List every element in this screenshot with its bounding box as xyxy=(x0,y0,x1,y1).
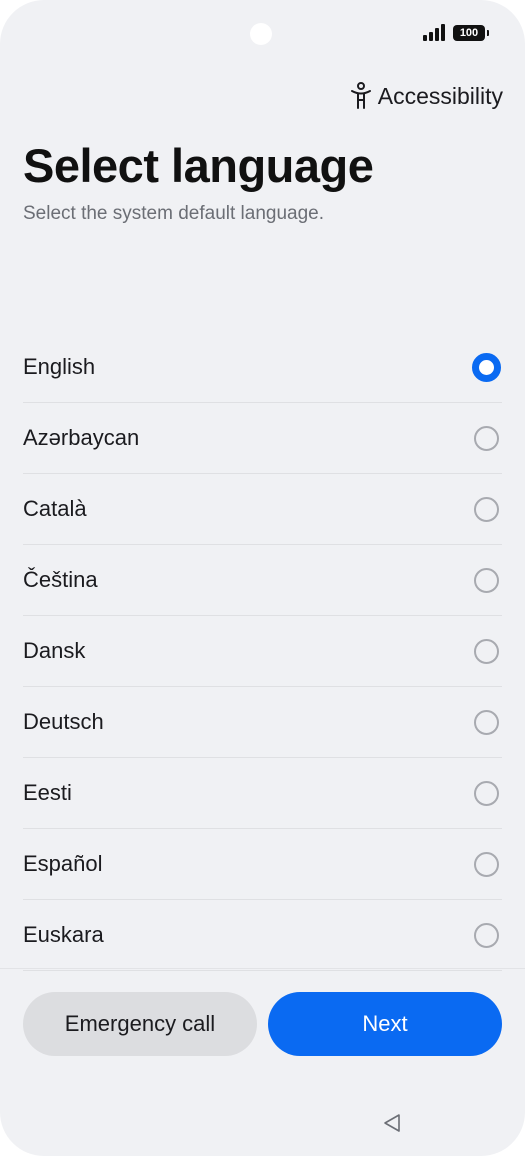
language-label: Deutsch xyxy=(23,709,104,734)
language-label: Español xyxy=(23,851,103,876)
page-subtitle: Select the system default language. xyxy=(23,203,325,224)
radio-unselected-icon[interactable] xyxy=(474,638,499,664)
language-option-cestina[interactable]: Čeština xyxy=(23,545,502,616)
language-label: Čeština xyxy=(23,567,98,592)
language-label: Eesti xyxy=(23,780,72,805)
battery-level: 100 xyxy=(459,26,479,39)
back-triangle-icon[interactable] xyxy=(381,1111,405,1135)
status-bar: 100 xyxy=(423,24,489,41)
cellular-signal-icon xyxy=(423,24,445,41)
accessibility-label: Accessibility xyxy=(377,82,503,109)
language-label: English xyxy=(23,354,96,379)
language-option-deutsch[interactable]: Deutsch xyxy=(23,687,502,758)
language-option-euskara[interactable]: Euskara xyxy=(23,900,502,971)
emergency-call-button[interactable]: Emergency call xyxy=(23,992,257,1056)
radio-unselected-icon[interactable] xyxy=(474,425,499,451)
radio-selected-icon[interactable] xyxy=(472,352,501,382)
language-label: Català xyxy=(23,496,87,521)
page-title: Select language xyxy=(23,139,374,192)
language-option-catala[interactable]: Català xyxy=(23,474,502,545)
radio-unselected-icon[interactable] xyxy=(474,780,499,806)
language-option-dansk[interactable]: Dansk xyxy=(23,616,502,687)
radio-unselected-icon[interactable] xyxy=(474,851,499,877)
language-label: Euskara xyxy=(23,922,104,947)
language-option-english[interactable]: English xyxy=(23,332,502,403)
radio-unselected-icon[interactable] xyxy=(474,496,499,522)
accessibility-person-icon xyxy=(350,82,371,109)
language-option-azerbaycan[interactable]: Azərbaycan xyxy=(23,403,502,474)
battery-icon: 100 xyxy=(453,24,489,41)
language-list: English Azərbaycan Català Čeština Dansk … xyxy=(23,332,502,971)
language-option-espanol[interactable]: Español xyxy=(23,829,502,900)
accessibility-button[interactable]: Accessibility xyxy=(350,82,503,110)
front-camera xyxy=(250,23,272,45)
radio-unselected-icon[interactable] xyxy=(474,922,499,948)
next-button[interactable]: Next xyxy=(268,992,502,1056)
setup-screen: 100 Accessibility Select language Select… xyxy=(0,0,525,1156)
language-label: Azərbaycan xyxy=(23,425,140,450)
language-label: Dansk xyxy=(23,638,86,663)
radio-unselected-icon[interactable] xyxy=(474,567,499,593)
footer-divider xyxy=(0,968,525,969)
radio-unselected-icon[interactable] xyxy=(474,709,499,735)
language-option-eesti[interactable]: Eesti xyxy=(23,758,502,829)
